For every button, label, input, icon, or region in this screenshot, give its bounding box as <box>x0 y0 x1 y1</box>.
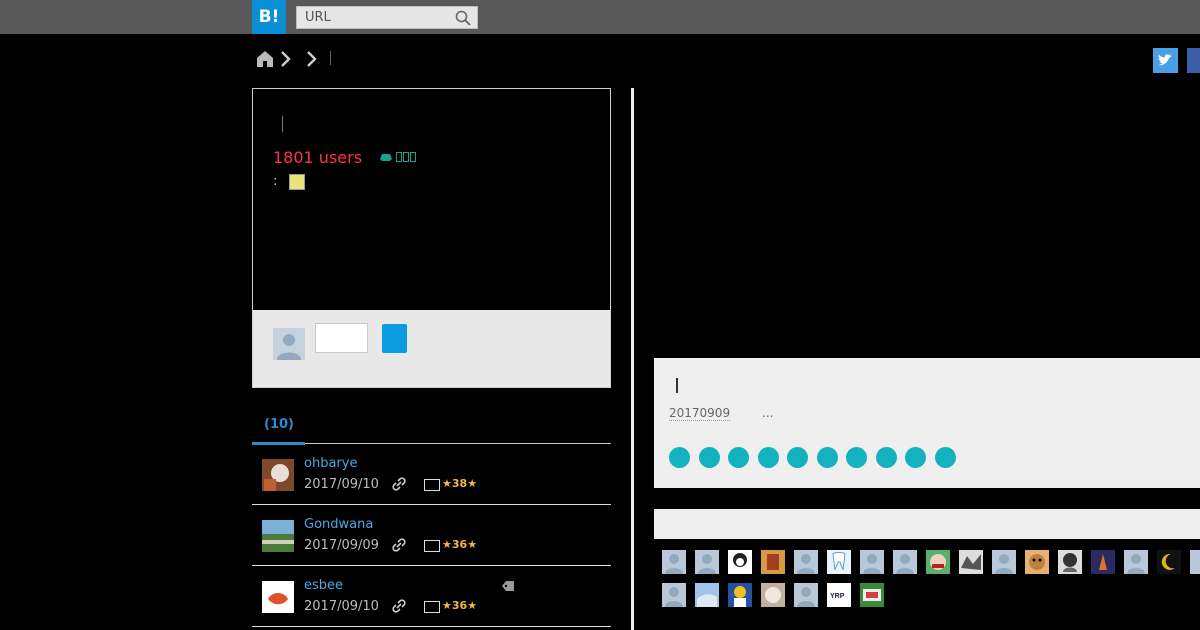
avatar[interactable] <box>1025 550 1049 574</box>
user-name[interactable]: Gondwana <box>304 517 373 532</box>
star-count-value: 36 <box>451 538 468 551</box>
avatar[interactable] <box>992 550 1016 574</box>
avatar[interactable] <box>728 550 752 574</box>
star-count[interactable]: ★36★ <box>442 538 477 551</box>
add-star-icon[interactable] <box>424 479 440 491</box>
share-dot[interactable] <box>875 447 897 468</box>
entry-title-placeholder <box>282 116 283 132</box>
share-dot[interactable] <box>846 447 867 468</box>
avatar[interactable] <box>794 583 818 607</box>
facebook-share-button[interactable] <box>1187 48 1200 73</box>
avatar[interactable] <box>1190 550 1200 574</box>
share-dot[interactable] <box>757 447 779 468</box>
twitter-share-button[interactable] <box>1153 48 1178 73</box>
bookmark-date: 2017/09/10 <box>304 599 379 614</box>
entry-card: 1801 users : <box>252 88 611 388</box>
avatar[interactable] <box>695 550 719 574</box>
avatar <box>273 328 305 360</box>
chevron-right-icon <box>307 51 317 67</box>
avatar[interactable] <box>1058 550 1082 574</box>
avatar[interactable] <box>860 550 884 574</box>
category-badge[interactable] <box>379 150 416 164</box>
svg-text:YRP: YRP <box>830 593 845 600</box>
avatar[interactable] <box>959 550 983 574</box>
avatar[interactable] <box>761 583 785 607</box>
submit-bookmark-button[interactable] <box>382 324 407 353</box>
share-dot[interactable] <box>787 447 808 468</box>
avatar[interactable] <box>662 550 686 574</box>
search-input[interactable] <box>297 7 447 28</box>
link-icon[interactable] <box>392 477 406 491</box>
share-dot[interactable] <box>905 447 926 468</box>
tag-icon[interactable] <box>501 580 515 592</box>
category-icon <box>380 154 392 161</box>
share-dots <box>669 447 956 468</box>
hatena-logo[interactable]: B! <box>252 0 286 34</box>
link-icon[interactable] <box>392 538 406 552</box>
comment-form <box>253 310 610 387</box>
tab-comments[interactable]: (10) <box>264 417 294 432</box>
twitter-icon <box>1158 54 1172 66</box>
user-name[interactable]: esbee <box>304 578 343 593</box>
user-name[interactable]: ohbarye <box>304 456 357 471</box>
breadcrumb-divider <box>330 51 331 65</box>
avatar[interactable] <box>728 583 752 607</box>
search-icon[interactable] <box>455 10 471 26</box>
add-star-icon[interactable] <box>424 601 440 613</box>
share-dot[interactable] <box>728 447 749 468</box>
section-header <box>654 509 1200 539</box>
avatar[interactable] <box>262 581 294 613</box>
avatar[interactable] <box>695 583 719 607</box>
avatar[interactable] <box>1157 550 1181 574</box>
comment-input[interactable] <box>315 323 368 353</box>
avatar[interactable] <box>262 459 294 491</box>
add-star-icon[interactable] <box>424 540 440 552</box>
home-icon[interactable] <box>256 49 274 69</box>
share-dot[interactable] <box>934 447 956 468</box>
search-box <box>296 6 478 29</box>
avatar[interactable]: YRP <box>827 583 851 607</box>
bookmark-row: esbee 2017/09/10 ★36★ <box>252 566 611 627</box>
bookmark-row: Gondwana 2017/09/09 ★36★ <box>252 505 611 566</box>
avatar[interactable] <box>1091 550 1115 574</box>
share-dot[interactable] <box>669 447 690 468</box>
avatar[interactable] <box>794 550 818 574</box>
star-count-value: 36 <box>451 599 468 612</box>
related-entry-panel: 20170909 ... <box>654 358 1200 488</box>
avatar[interactable] <box>893 550 917 574</box>
favicon-icon <box>289 174 305 190</box>
bookmark-users-count[interactable]: 1801 users <box>273 148 362 167</box>
avatar[interactable] <box>761 550 785 574</box>
star-count[interactable]: ★36★ <box>442 599 477 612</box>
share-dot[interactable] <box>816 447 838 468</box>
bookmark-row: ohbarye 2017/09/10 ★38★ <box>252 444 611 505</box>
avatar[interactable] <box>926 550 950 574</box>
avatar[interactable] <box>860 583 884 607</box>
entry-title-placeholder <box>676 378 678 393</box>
avatar[interactable] <box>827 550 851 574</box>
bookmark-tabs: (10) <box>252 412 611 445</box>
bookmark-date: 2017/09/09 <box>304 538 379 553</box>
star-count[interactable]: ★38★ <box>442 477 477 490</box>
avatar[interactable] <box>662 583 686 607</box>
entry-meta-label: : <box>273 174 278 189</box>
chevron-right-icon <box>281 51 291 67</box>
link-icon[interactable] <box>392 599 406 613</box>
share-dot[interactable] <box>698 447 720 468</box>
star-count-value: 38 <box>451 477 468 490</box>
top-bar: B! <box>0 0 1200 34</box>
avatar[interactable] <box>1124 550 1148 574</box>
avatar[interactable] <box>262 520 294 552</box>
entry-date[interactable]: 20170909 <box>669 406 731 421</box>
bookmark-date: 2017/09/10 <box>304 477 379 492</box>
read-more[interactable]: ... <box>762 406 773 420</box>
column-divider <box>631 88 634 630</box>
